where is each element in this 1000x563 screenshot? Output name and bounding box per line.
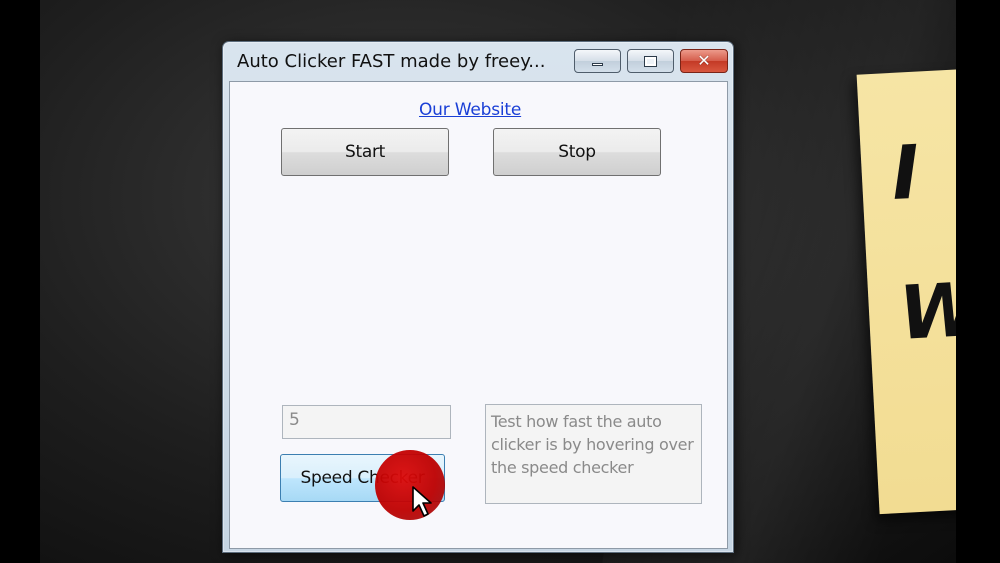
maximize-button[interactable]: [627, 49, 674, 73]
close-button[interactable]: ✕: [680, 49, 728, 73]
maximize-icon: [644, 55, 657, 67]
sticky-note-text-line-2: Wa: [896, 263, 956, 357]
stop-button-label: Stop: [558, 142, 596, 162]
minimize-button[interactable]: [574, 49, 621, 73]
sticky-note: I N Wa: [856, 65, 956, 515]
speed-input[interactable]: 5: [282, 405, 451, 439]
mouse-cursor-icon: [412, 486, 432, 517]
start-button-label: Start: [344, 142, 386, 162]
window-title: Auto Clicker FAST made by freey...: [237, 51, 546, 72]
minimize-icon: [592, 62, 603, 66]
sticky-note-text-line-1: I N: [889, 124, 956, 217]
auto-clicker-window: Auto Clicker FAST made by freey... ✕ Our…: [222, 41, 734, 553]
our-website-link[interactable]: Our Website: [419, 100, 521, 120]
info-textbox[interactable]: Test how fast the auto clicker is by hov…: [485, 404, 702, 504]
start-button[interactable]: Start: [281, 128, 449, 176]
title-bar[interactable]: Auto Clicker FAST made by freey... ✕: [223, 42, 733, 80]
stop-button[interactable]: Stop: [493, 128, 661, 176]
close-icon: ✕: [697, 51, 711, 70]
